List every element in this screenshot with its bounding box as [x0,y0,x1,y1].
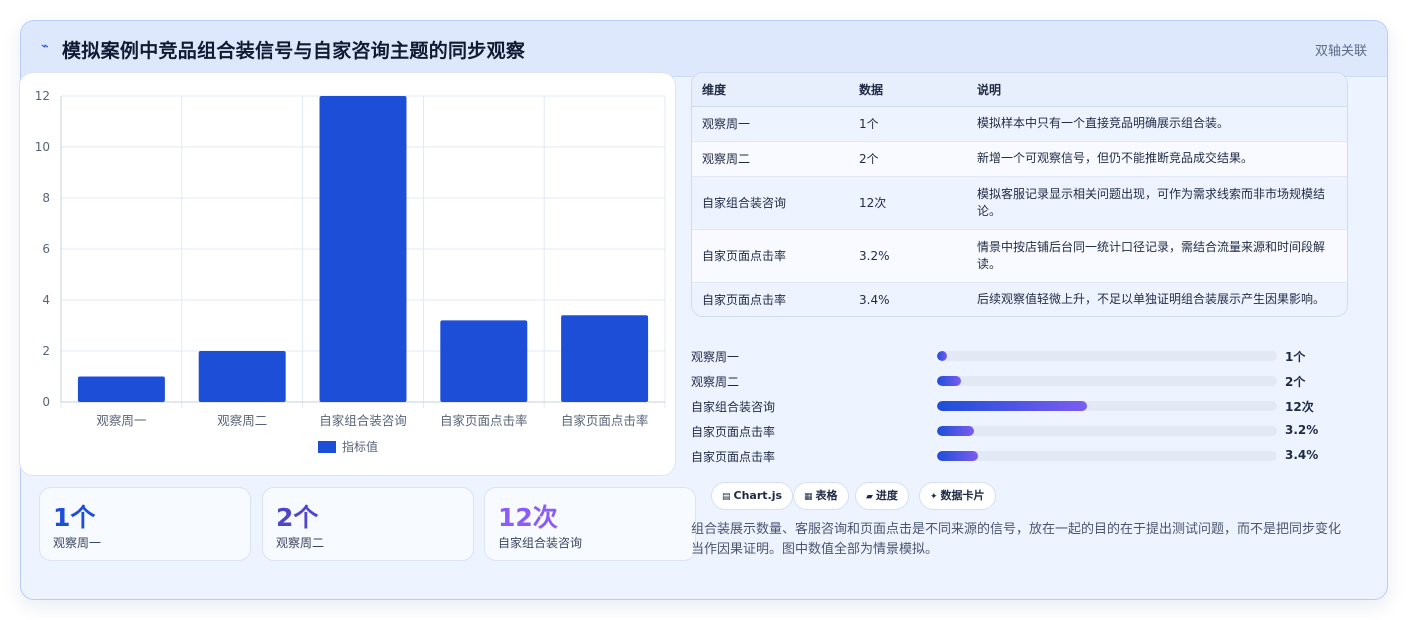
stat-label: 观察周二 [276,536,325,550]
table-cell: 3.2% [849,229,967,283]
progress-fill [937,376,961,386]
chart-line-icon: ⌁ [41,39,49,54]
progress-track [937,426,1277,436]
progress-value: 1个 [1285,350,1306,364]
y-tick-label: 4 [42,293,50,307]
bar [77,376,165,402]
progress-row: 观察周二 2个 [691,371,1348,391]
bar [198,351,286,402]
progress-value: 3.4% [1285,448,1319,462]
progress-row: 自家页面点击率 3.4% [691,446,1348,466]
progress-label: 自家页面点击率 [691,450,776,464]
table-cell: 模拟客服记录显示相关问题出现，可作为需求线索而非市场规模结论。 [967,176,1347,230]
stat-card-consult: 12次 自家组合装咨询 [484,487,696,561]
data-table: 维度 数据 说明 观察周一 1个 模拟样本中只有一个直接竞品明确展示组合装。 观… [691,72,1348,317]
progress-track [937,376,1277,386]
legend-label: 指标值 [342,439,378,454]
y-tick-label: 0 [42,395,50,409]
progress-fill [937,451,978,461]
table-row: 自家页面点击率 3.2% 情景中按店铺后台同一统计口径记录，需结合流量来源和时间… [692,229,1347,283]
bar [561,315,649,402]
x-tick-label: 自家页面点击率 [561,413,649,428]
bar-chart: 0 2 4 6 8 10 12 观察周一 观察周二 自家组合装咨询 自家页面点击率 自家页面点击率指标… [35,89,666,454]
stat-card-week2: 2个 观察周二 [262,487,474,561]
column-header: 说明 [967,73,1347,107]
card-header: ⌁ 模拟案例中竞品组合装信号与自家咨询主题的同步观察 双轴关联 [21,21,1387,77]
sparkle-icon: ✦ [930,492,938,502]
progress-icon: ▰ [866,492,873,502]
x-tick-label: 观察周二 [217,413,267,428]
chip-label: 数据卡片 [940,489,985,502]
progress-row: 自家页面点击率 3.2% [691,421,1348,441]
progress-row: 观察周一 1个 [691,346,1348,366]
page-title: 模拟案例中竞品组合装信号与自家咨询主题的同步观察 [62,40,526,62]
stat-value: 1个 [53,503,96,532]
progress-row: 自家组合装咨询 12次 [691,396,1348,416]
table-cell: 后续观察值轻微上升，不足以单独证明组合装展示产生因果影响。 [967,282,1347,316]
table-cell: 观察周二 [692,141,849,177]
stat-label: 观察周一 [53,536,102,550]
table-row: 自家页面点击率 3.4% 后续观察值轻微上升，不足以单独证明组合装展示产生因果影… [692,282,1347,316]
legend-swatch [318,441,336,453]
chip-label: Chart.js [733,489,783,502]
chart-description: 组合装展示数量、客服咨询和页面点击是不同来源的信号，放在一起的目的在于提出测试问… [691,522,1342,557]
progress-label: 自家页面点击率 [691,425,776,439]
table-row: 观察周一 1个 模拟样本中只有一个直接竞品明确展示组合装。 [692,106,1347,142]
chip-label: 表格 [815,489,838,502]
table-row: 观察周二 2个 新增一个可观察信号，但仍不能推断竞品成交结果。 [692,141,1347,177]
y-tick-label: 6 [42,242,50,256]
chip-table[interactable]: ▦ 表格 [793,482,849,510]
table-cell: 新增一个可观察信号，但仍不能推断竞品成交结果。 [967,141,1347,177]
table-row: 自家组合装咨询 12次 模拟客服记录显示相关问题出现，可作为需求线索而非市场规模… [692,176,1347,230]
progress-track [937,351,1277,361]
header-tag: 双轴关联 [1314,44,1367,59]
x-tick-label: 观察周一 [96,413,146,428]
chip-progress[interactable]: ▰ 进度 [855,482,909,510]
stat-value: 12次 [498,503,558,532]
x-tick-label: 自家页面点击率 [440,413,528,428]
table-cell: 自家页面点击率 [692,229,849,283]
progress-label: 观察周二 [691,375,740,389]
progress-label: 自家组合装咨询 [691,400,776,414]
bar [319,96,407,402]
chip-data-card[interactable]: ✦ 数据卡片 [919,482,996,510]
table-cell: 12次 [849,176,967,230]
stat-value: 2个 [276,503,319,532]
column-header: 数据 [849,73,967,107]
table-cell: 1个 [849,106,967,142]
y-tick-label: 8 [42,191,50,205]
table-icon: ▦ [804,492,813,502]
progress-track [937,451,1277,461]
chip-chartjs[interactable]: ▤ Chart.js [711,482,794,510]
table-cell: 模拟样本中只有一个直接竞品明确展示组合装。 [967,106,1347,142]
progress-fill [937,426,975,436]
y-tick-label: 12 [35,89,50,103]
progress-label: 观察周一 [691,350,740,364]
table-header-row: 维度 数据 说明 [692,73,1347,107]
progress-fill [937,351,948,361]
y-tick-label: 2 [42,344,50,358]
progress-value: 3.2% [1285,423,1319,437]
progress-value: 12次 [1285,400,1314,414]
stat-label: 自家组合装咨询 [498,536,583,550]
column-header: 维度 [692,73,849,107]
table-cell: 3.4% [849,282,967,316]
progress-fill [937,401,1087,411]
table-cell: 2个 [849,141,967,177]
chip-label: 进度 [875,489,898,502]
stat-card-week1: 1个 观察周一 [39,487,251,561]
table-cell: 自家页面点击率 [692,282,849,316]
chart-icon: ▤ [722,492,731,502]
progress-track [937,401,1277,411]
bar-chart-panel: 0 2 4 6 8 10 12 观察周一 观察周二 自家组合装咨询 自家页面点击率 自家页面点击率指标… [19,72,676,476]
progress-value: 2个 [1285,375,1306,389]
table-cell: 情景中按店铺后台同一统计口径记录，需结合流量来源和时间段解读。 [967,229,1347,283]
y-tick-label: 10 [35,140,50,154]
table-cell: 自家组合装咨询 [692,176,849,230]
x-tick-label: 自家组合装咨询 [319,413,407,428]
table-cell: 观察周一 [692,106,849,142]
bar [440,320,528,402]
